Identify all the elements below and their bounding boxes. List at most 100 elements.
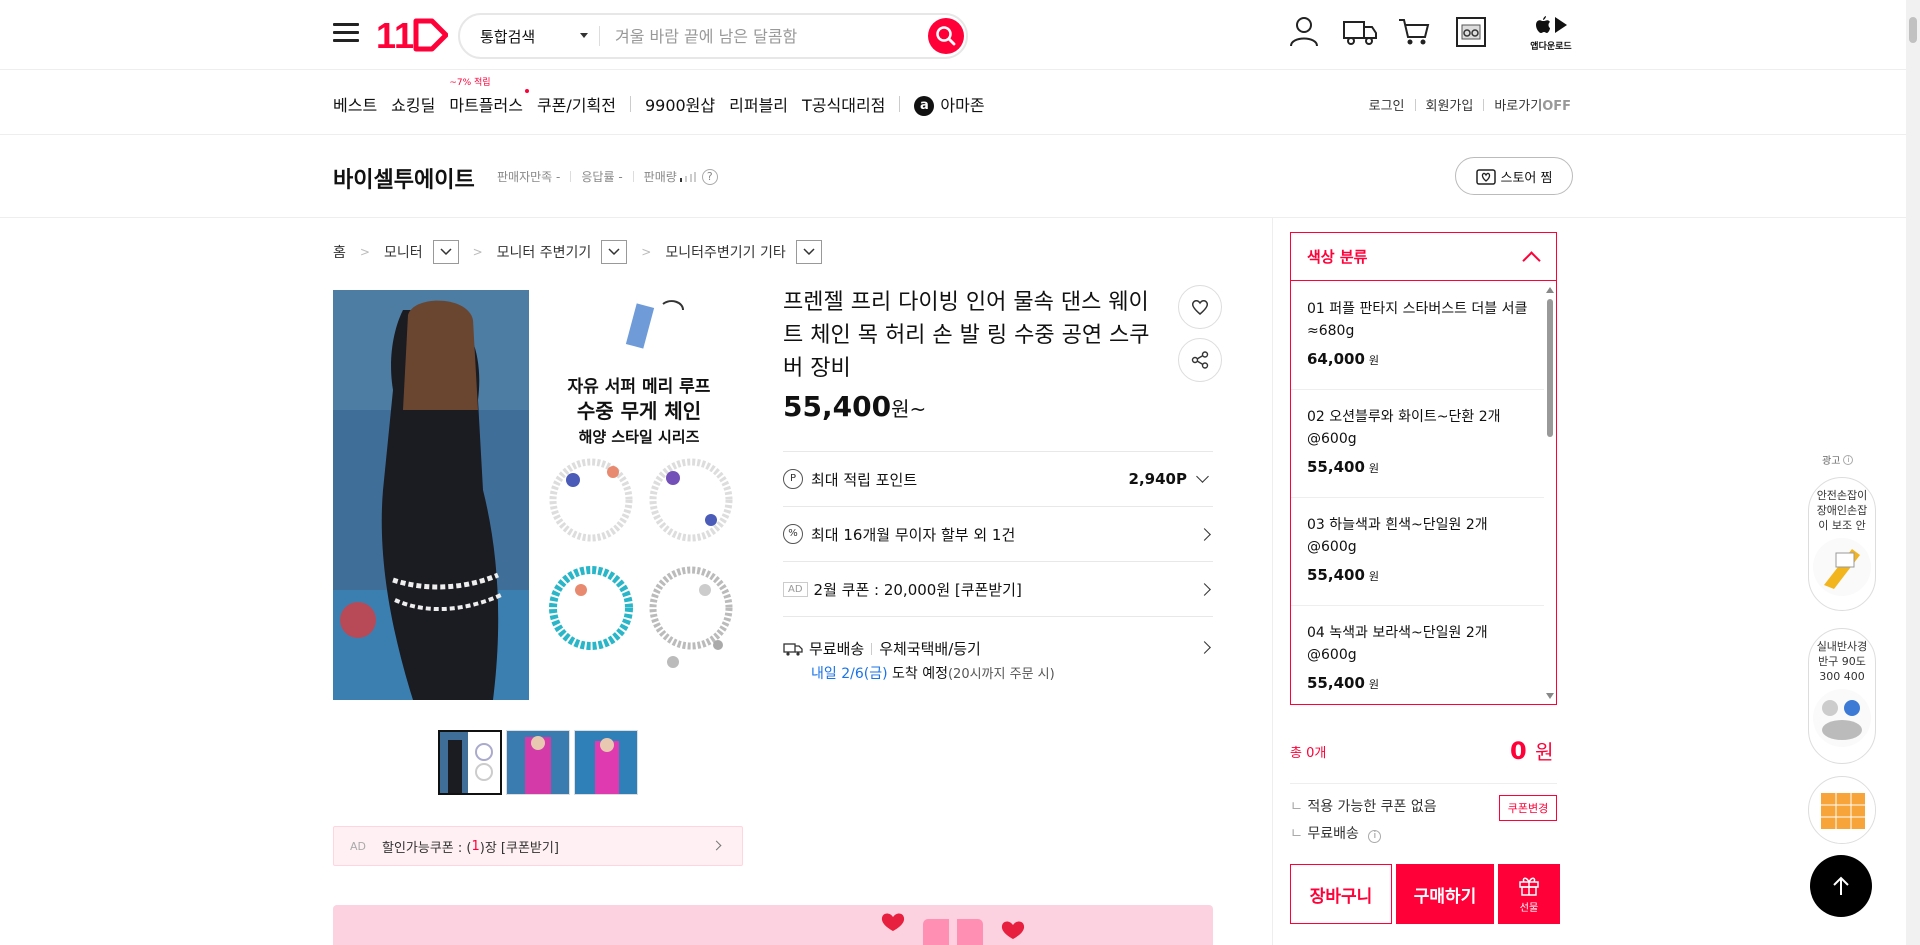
ad-label: 광고 i <box>1822 452 1854 467</box>
apple-play-icon <box>1536 16 1567 33</box>
info-icon[interactable]: i <box>1368 830 1382 843</box>
breadcrumb-monitor-accessories[interactable]: 모니터 주변기기 <box>497 242 592 262</box>
delivery-truck-icon[interactable] <box>1342 14 1378 48</box>
search-button[interactable] <box>928 18 964 54</box>
store-name[interactable]: 바이셀투에이트 <box>333 162 475 194</box>
option-scrollbar[interactable] <box>1546 285 1554 701</box>
user-links: 로그인 회원가입 바로가기OFF <box>1369 95 1571 114</box>
store-heart-icon <box>1475 169 1496 185</box>
main-nav: 베스트 쇼킹딜 ~7% 적립 마트플러스 쿠폰/기획전 9900원샵 리퍼블리 … <box>333 78 999 117</box>
nav-9900-shop[interactable]: 9900원샵 <box>645 92 715 116</box>
breadcrumb-dropdown-3[interactable] <box>795 240 822 264</box>
shortcut-toggle[interactable]: 바로가기OFF <box>1494 95 1571 114</box>
nav-mart-plus[interactable]: ~7% 적립 마트플러스 <box>449 78 529 116</box>
help-icon[interactable]: ? <box>701 168 718 185</box>
nav-coupon[interactable]: 쿠폰/기획전 <box>537 92 616 116</box>
points-value: 2,940P <box>1128 470 1187 488</box>
nav-amazon[interactable]: a 아마존 <box>914 92 985 117</box>
rail-ad-card-2[interactable]: 실내반사경 반구 90도 300 400 <box>1808 628 1876 764</box>
user-icon[interactable] <box>1288 14 1320 48</box>
option-item[interactable]: 03 하늘색과 흰색~단일원 2개@600g 55,400 원 <box>1291 498 1544 606</box>
login-link[interactable]: 로그인 <box>1369 95 1405 114</box>
breadcrumb-monitor[interactable]: 모니터 <box>384 242 423 262</box>
ad-tag: AD <box>783 581 808 597</box>
signup-link[interactable]: 회원가입 <box>1426 95 1474 114</box>
breadcrumb-dropdown-2[interactable] <box>601 240 628 264</box>
recent-viewed-icon[interactable] <box>1455 14 1487 48</box>
points-row[interactable]: P 최대 적립 포인트 2,940P <box>783 451 1213 506</box>
coupon-change-button[interactable]: 쿠폰변경 <box>1499 795 1557 821</box>
chevron-down-icon <box>440 248 452 256</box>
menu-icon[interactable] <box>333 19 359 49</box>
nav-shocking-deal[interactable]: 쇼킹딜 <box>391 92 435 116</box>
discount-coupon-bar[interactable]: AD 할인가능쿠폰 : (1)장 [쿠폰받기] <box>333 826 743 866</box>
buy-now-button[interactable]: 구매하기 <box>1396 864 1494 924</box>
thumbnail-3[interactable] <box>574 730 638 795</box>
wishlist-button[interactable] <box>1178 285 1222 329</box>
arrow-up-icon <box>1833 876 1849 895</box>
image-text-line-2: 수중 무게 체인 <box>577 399 701 423</box>
caret-down-icon[interactable] <box>580 33 588 38</box>
logo-text: 11 <box>376 16 414 54</box>
nav-best[interactable]: 베스트 <box>333 92 377 116</box>
product-price: 55,400원~ <box>783 390 927 423</box>
chevron-down-icon <box>803 248 815 256</box>
option-item[interactable]: 02 오션블루와 화이트~단환 2개 @600g 55,400 원 <box>1291 390 1544 498</box>
bars-icon <box>679 171 696 182</box>
nav-refurbly[interactable]: 리퍼블리 <box>729 92 788 116</box>
breadcrumb-dropdown-1[interactable] <box>432 240 459 264</box>
points-icon: P <box>783 469 803 489</box>
heart-icon <box>1191 300 1209 315</box>
search-bar: 통합검색 <box>458 13 968 59</box>
search-category[interactable]: 통합검색 <box>480 26 535 47</box>
option-item[interactable]: 04 녹색과 보라색~단일원 2개@600g 55,400 원 <box>1291 606 1544 704</box>
breadcrumb-etc[interactable]: 모니터주변기기 기타 <box>665 242 785 262</box>
app-download-label: 앱다운로드 <box>1530 42 1572 52</box>
share-icon <box>1191 351 1209 369</box>
no-coupon-text: ㄴ 적용 가능한 쿠폰 없음 <box>1290 799 1437 815</box>
page-scrollbar[interactable] <box>1906 0 1920 945</box>
chevron-right-icon <box>1198 641 1211 654</box>
truck-icon <box>783 642 803 656</box>
chevron-right-icon <box>711 840 722 851</box>
promo-banner[interactable] <box>333 905 1213 945</box>
nav-t-agency[interactable]: T공식대리점 <box>802 92 885 116</box>
gift-button[interactable]: 선물 <box>1498 864 1560 924</box>
info-icon[interactable]: i <box>1843 454 1854 465</box>
store-fav-button[interactable]: 스토어 찜 <box>1455 157 1573 195</box>
store-meta: 판매자만족 - 응답률 - 판매량 ? <box>497 168 718 185</box>
scroll-down-icon[interactable] <box>1546 693 1554 699</box>
scroll-to-top-button[interactable] <box>1810 855 1872 917</box>
product-title: 프렌젤 프리 다이빙 인어 물속 댄스 웨이트 체인 목 허리 손 발 링 수중… <box>783 290 1150 381</box>
breadcrumb-home[interactable]: 홈 <box>333 242 346 262</box>
thumbnail-1[interactable] <box>438 730 502 795</box>
thumbnail-2[interactable] <box>506 730 570 795</box>
rail-ad-card-1[interactable]: 안전손잡이 장애인손잡이 보조 안 <box>1808 477 1876 611</box>
amazon-logo-icon: a <box>914 96 935 117</box>
search-input[interactable] <box>615 23 915 49</box>
cart-icon[interactable] <box>1397 14 1431 48</box>
add-to-cart-button[interactable]: 장바구니 <box>1290 864 1392 924</box>
monthly-coupon-row[interactable]: AD 2월 쿠폰 : 20,000원 [쿠폰받기] <box>783 561 1213 616</box>
share-button[interactable] <box>1178 338 1222 382</box>
image-text-line-3: 해양 스타일 시리즈 <box>579 428 700 446</box>
image-text-line-1: 자유 서퍼 메리 루프 <box>568 377 711 397</box>
installment-icon: % <box>783 524 803 544</box>
option-header[interactable]: 색상 분류 <box>1291 233 1556 281</box>
scroll-up-icon[interactable] <box>1546 287 1554 293</box>
rail-ad-card-3[interactable] <box>1808 776 1876 844</box>
product-main-image[interactable]: 자유 서퍼 메리 루프 수중 무게 체인 해양 스타일 시리즈 <box>333 290 743 700</box>
delivery-row[interactable]: 무료배송 우체국택배/등기 내일 2/6(금) 도착 예정(20시까지 주문 시… <box>783 616 1213 690</box>
app-download[interactable]: 앱다운로드 <box>1527 14 1575 52</box>
mirror-product-image <box>1813 689 1871 747</box>
mart-plus-badge: ~7% 적립 <box>449 78 491 88</box>
storage-box-image <box>1810 778 1875 843</box>
installment-row[interactable]: % 최대 16개월 무이자 할부 외 1건 <box>783 506 1213 561</box>
option-list: 01 퍼플 판타지 스타버스트 더블 서클 ≈680g 64,000 원 02 오… <box>1291 282 1544 704</box>
option-item[interactable]: 01 퍼플 판타지 스타버스트 더블 서클 ≈680g 64,000 원 <box>1291 282 1544 390</box>
total-count: 총 0개 <box>1290 746 1327 761</box>
search-icon <box>936 26 956 46</box>
11st-logo[interactable]: 11 <box>376 16 448 54</box>
chevron-down-icon <box>608 248 620 256</box>
chevron-right-icon: > <box>641 245 652 259</box>
